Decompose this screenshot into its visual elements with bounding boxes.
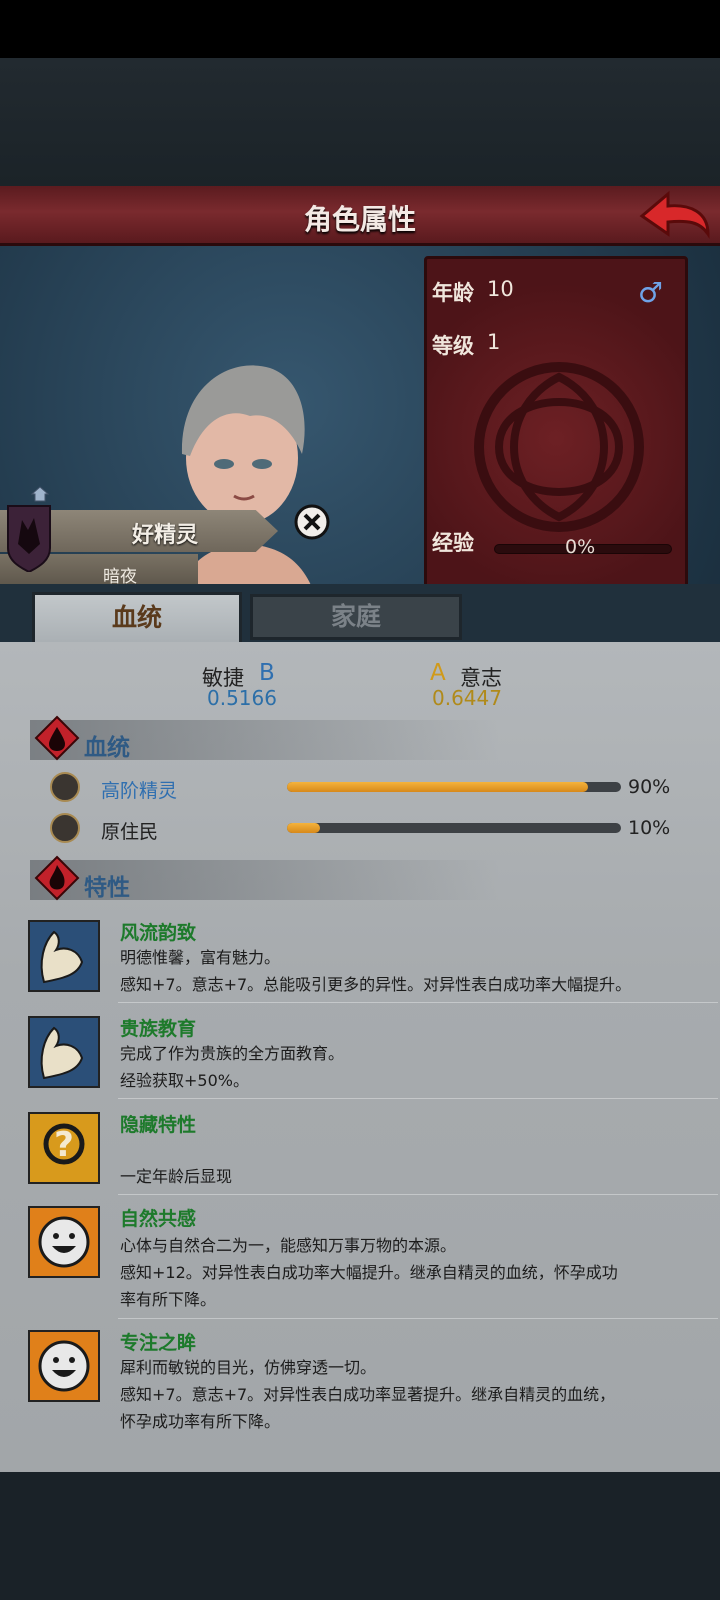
exp-label: 经验 bbox=[432, 531, 474, 555]
blood-drop-icon bbox=[34, 715, 80, 761]
question-mark-icon: ? bbox=[28, 1112, 100, 1184]
tab-bloodline[interactable]: 血统 bbox=[32, 592, 242, 644]
tab-family[interactable]: 家庭 bbox=[250, 594, 462, 640]
house-icon bbox=[31, 486, 49, 502]
trait-divider bbox=[118, 1194, 718, 1195]
trait-description: 率有所下降。 bbox=[120, 1290, 217, 1309]
trait-description: 经验获取+50%。 bbox=[120, 1071, 249, 1090]
trait-description: 怀孕成功率有所下降。 bbox=[120, 1412, 281, 1431]
bloodline-bar-fill bbox=[287, 782, 588, 792]
smiley-face-icon bbox=[28, 1330, 100, 1402]
close-icon[interactable] bbox=[294, 504, 330, 540]
bloodline-percent: 10% bbox=[628, 817, 671, 839]
smiley-face-icon bbox=[28, 1206, 100, 1278]
traits-section-title: 特性 bbox=[84, 875, 130, 901]
muscle-arm-icon bbox=[28, 1016, 100, 1088]
character-name: 好精灵 bbox=[131, 523, 198, 548]
top-backdrop bbox=[0, 58, 720, 186]
muscle-arm-icon bbox=[28, 920, 100, 992]
page-title: 角色属性 bbox=[303, 203, 416, 236]
bottom-backdrop bbox=[0, 1472, 720, 1600]
level-label: 等级 bbox=[432, 334, 474, 358]
attribute-grade: B bbox=[259, 660, 275, 686]
trait-description: 明德惟馨，富有魅力。 bbox=[120, 948, 281, 967]
attribute-value: 0.6447 bbox=[432, 686, 502, 710]
attribute-grade: A bbox=[430, 660, 446, 686]
bloodline-bar bbox=[287, 823, 621, 833]
level-value: 1 bbox=[487, 330, 501, 354]
age-value: 10 bbox=[487, 277, 514, 301]
trait-description: 心体与自然合二为一，能感知万事万物的本源。 bbox=[120, 1236, 457, 1255]
trait-description: 感知+7。意志+7。对异性表白成功率显著提升。继承自精灵的血统， bbox=[120, 1385, 616, 1404]
exp-value: 0% bbox=[565, 536, 596, 558]
trait-name: 贵族教育 bbox=[120, 1018, 197, 1040]
fire-icon bbox=[34, 855, 80, 901]
trait-name: 自然共感 bbox=[120, 1208, 197, 1230]
bloodline-section-title: 血统 bbox=[84, 735, 130, 761]
bloodline-name: 原住民 bbox=[101, 821, 159, 843]
trait-divider bbox=[118, 1098, 718, 1099]
attribute-value: 0.5166 bbox=[207, 686, 277, 710]
bloodline-bar-fill bbox=[287, 823, 321, 833]
trait-description: 完成了作为贵族的全方面教育。 bbox=[120, 1044, 345, 1063]
trait-description: 一定年龄后显现 bbox=[120, 1167, 233, 1186]
trait-name: 专注之眸 bbox=[120, 1332, 197, 1354]
status-bar-area bbox=[0, 0, 720, 58]
knot-emblem bbox=[474, 362, 644, 532]
bloodline-name: 高阶精灵 bbox=[101, 780, 178, 802]
wolf-crest-icon bbox=[7, 505, 51, 572]
age-label: 年龄 bbox=[432, 281, 474, 305]
content-panel: 敏捷 B 0.5166 A 意志 0.6447 血统 高阶精灵 90% 原住民 … bbox=[0, 642, 720, 1472]
bloodline-bar bbox=[287, 782, 621, 792]
trait-name: 隐藏特性 bbox=[120, 1114, 197, 1136]
trait-divider bbox=[118, 1002, 718, 1003]
svg-text:?: ? bbox=[54, 1125, 74, 1165]
elf-spiral-icon bbox=[50, 772, 80, 802]
back-arrow-icon[interactable] bbox=[638, 190, 712, 242]
trait-divider bbox=[118, 1318, 718, 1319]
male-symbol-icon: ♂ bbox=[638, 276, 664, 309]
title-bar: 角色属性 bbox=[0, 186, 720, 246]
trait-description: 感知+12。对异性表白成功率大幅提升。继承自精灵的血统，怀孕成功 bbox=[120, 1263, 618, 1282]
trait-description: 犀利而敏锐的目光，仿佛穿透一切。 bbox=[120, 1358, 377, 1377]
bloodline-percent: 90% bbox=[628, 776, 671, 798]
trait-description: 感知+7。意志+7。总能吸引更多的异性。对异性表白成功率大幅提升。 bbox=[120, 975, 632, 994]
leaf-icon bbox=[50, 813, 80, 843]
trait-name: 风流韵致 bbox=[120, 922, 197, 944]
